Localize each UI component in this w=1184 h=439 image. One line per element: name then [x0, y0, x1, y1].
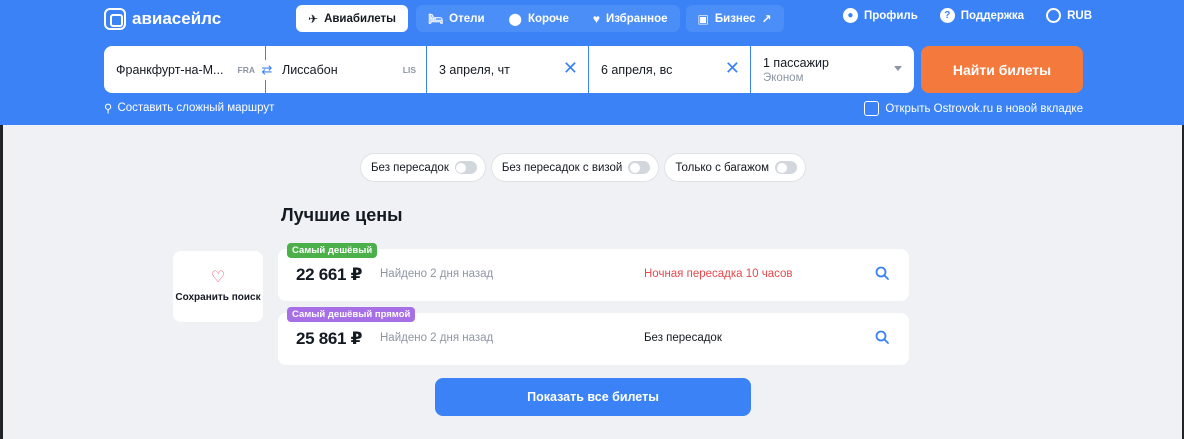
toggle-switch[interactable]: [628, 161, 651, 174]
support-label: Поддержка: [960, 9, 1025, 22]
main-nav: ✈ Авиабилеты 🛏 Отели ⬤ Короче ♥ Избранно…: [296, 5, 784, 32]
origin-code: FRA: [237, 65, 255, 75]
currency-selector[interactable]: RUB: [1046, 8, 1092, 23]
ostrovok-checkbox[interactable]: [864, 101, 880, 116]
depart-date-field[interactable]: 3 апреля, чт ✕: [427, 46, 589, 93]
briefcase-icon: ▣: [697, 11, 709, 26]
tab-flights[interactable]: ✈ Авиабилеты: [296, 5, 408, 32]
save-search-button[interactable]: ♡ Сохранить поиск: [173, 251, 263, 322]
route-icon: ⚲: [104, 103, 113, 115]
tab-hotels[interactable]: 🛏 Отели: [416, 5, 497, 32]
filter-chips: Без пересадок Без пересадок с визой Толь…: [360, 153, 807, 182]
filter-label: Только с багажом: [675, 161, 770, 174]
find-tickets-button[interactable]: Найти билеты: [921, 46, 1083, 93]
toggle-switch[interactable]: [454, 161, 477, 174]
logo-text: авиасейлс: [132, 9, 222, 28]
chevron-down-icon: [894, 66, 902, 71]
filter-no-transfers[interactable]: Без пересадок: [360, 153, 486, 182]
bed-icon: 🛏: [427, 11, 444, 26]
depart-date-value: 3 апреля, чт: [439, 62, 510, 77]
swap-icon[interactable]: ⇄: [257, 60, 277, 80]
user-icon: ●: [842, 8, 858, 23]
support-link[interactable]: ? Поддержка: [939, 8, 1025, 23]
origin-value: Франкфурт-на-М...: [116, 62, 224, 77]
search-icon[interactable]: [875, 266, 889, 280]
passengers-value: 1 пассажир: [763, 55, 829, 70]
globe-icon: [1046, 8, 1062, 23]
pin-icon: ⬤: [508, 11, 522, 26]
tab-favorites-label: Избранное: [605, 12, 668, 25]
profile-label: Профиль: [863, 9, 918, 22]
plane-icon: ✈: [308, 11, 319, 26]
found-time: Найдено 2 дня назад: [380, 332, 494, 344]
origin-field[interactable]: Франкфурт-на-М... FRA: [104, 46, 266, 93]
search-icon[interactable]: [875, 330, 889, 344]
ostrovok-option[interactable]: Открыть Ostrovok.ru в новой вкладке: [864, 101, 1083, 116]
filter-label: Без пересадок с визой: [501, 161, 623, 174]
found-time: Найдено 2 дня назад: [380, 268, 494, 280]
heart-outline-icon: ♡: [210, 268, 226, 286]
currency-label: RUB: [1067, 9, 1092, 22]
destination-value: Лиссабон: [282, 62, 338, 77]
destination-code: LIS: [402, 65, 416, 75]
destination-field[interactable]: Лиссабон LIS: [266, 46, 427, 93]
site-header: авиасейлс ✈ Авиабилеты 🛏 Отели ⬤ Короче …: [0, 0, 1184, 125]
cheapest-direct-badge: Самый дешёвый прямой: [287, 307, 416, 322]
save-search-label: Сохранить поиск: [175, 291, 261, 303]
clear-depart-icon[interactable]: ✕: [563, 59, 578, 77]
best-prices-title: Лучшие цены: [281, 205, 403, 225]
header-actions: ● Профиль ? Поддержка RUB: [842, 8, 1092, 23]
complex-route-label: Составить сложный маршрут: [117, 102, 275, 114]
show-all-tickets-button[interactable]: Показать все билеты: [435, 378, 751, 416]
filter-baggage-only[interactable]: Только с багажом: [664, 153, 807, 182]
search-form: Франкфурт-на-М... FRA ⇄ Лиссабон LIS 3 а…: [104, 46, 914, 93]
ticket-row-cheapest[interactable]: Самый дешёвый 22 661 ₽ Найдено 2 дня наз…: [278, 243, 909, 301]
return-date-field[interactable]: 6 апреля, вс ✕: [589, 46, 751, 93]
external-link-icon: ↗: [761, 11, 772, 26]
tab-favorites[interactable]: ♥ Избранное: [581, 5, 680, 32]
return-date-value: 6 апреля, вс: [601, 62, 673, 77]
logo-icon: [104, 8, 126, 30]
ostrovok-label: Открыть Ostrovok.ru в новой вкладке: [885, 102, 1083, 115]
tab-short-label: Короче: [527, 12, 569, 25]
tab-business[interactable]: ▣ Бизнес ↗: [685, 5, 784, 32]
clear-return-icon[interactable]: ✕: [725, 59, 740, 77]
nav-group: 🛏 Отели ⬤ Короче ♥ Избранное: [415, 5, 680, 32]
tab-business-label: Бизнес: [714, 12, 756, 25]
ticket-row-cheapest-direct[interactable]: Самый дешёвый прямой 25 861 ₽ Найдено 2 …: [278, 307, 909, 365]
ticket-price: 22 661 ₽: [296, 265, 363, 284]
toggle-switch[interactable]: [775, 161, 798, 174]
filter-no-visa-transfers[interactable]: Без пересадок с визой: [490, 153, 660, 182]
filter-label: Без пересадок: [371, 161, 449, 174]
logo[interactable]: авиасейлс: [104, 8, 221, 30]
ticket-price: 25 861 ₽: [296, 329, 363, 348]
profile-link[interactable]: ● Профиль: [842, 8, 918, 23]
tab-hotels-label: Отели: [449, 12, 485, 25]
passengers-field[interactable]: 1 пассажир Эконом: [751, 46, 914, 93]
heart-icon: ♥: [592, 11, 600, 26]
help-icon: ?: [939, 8, 955, 23]
transfer-info: Без пересадок: [644, 332, 722, 344]
tab-flights-label: Авиабилеты: [324, 12, 396, 25]
complex-route-link[interactable]: ⚲ Составить сложный маршрут: [104, 101, 274, 115]
cheapest-badge: Самый дешёвый: [287, 243, 378, 258]
tab-short[interactable]: ⬤ Короче: [497, 5, 581, 32]
transfer-info: Ночная пересадка 10 часов: [644, 268, 793, 280]
cabin-class-value: Эконом: [763, 71, 804, 84]
